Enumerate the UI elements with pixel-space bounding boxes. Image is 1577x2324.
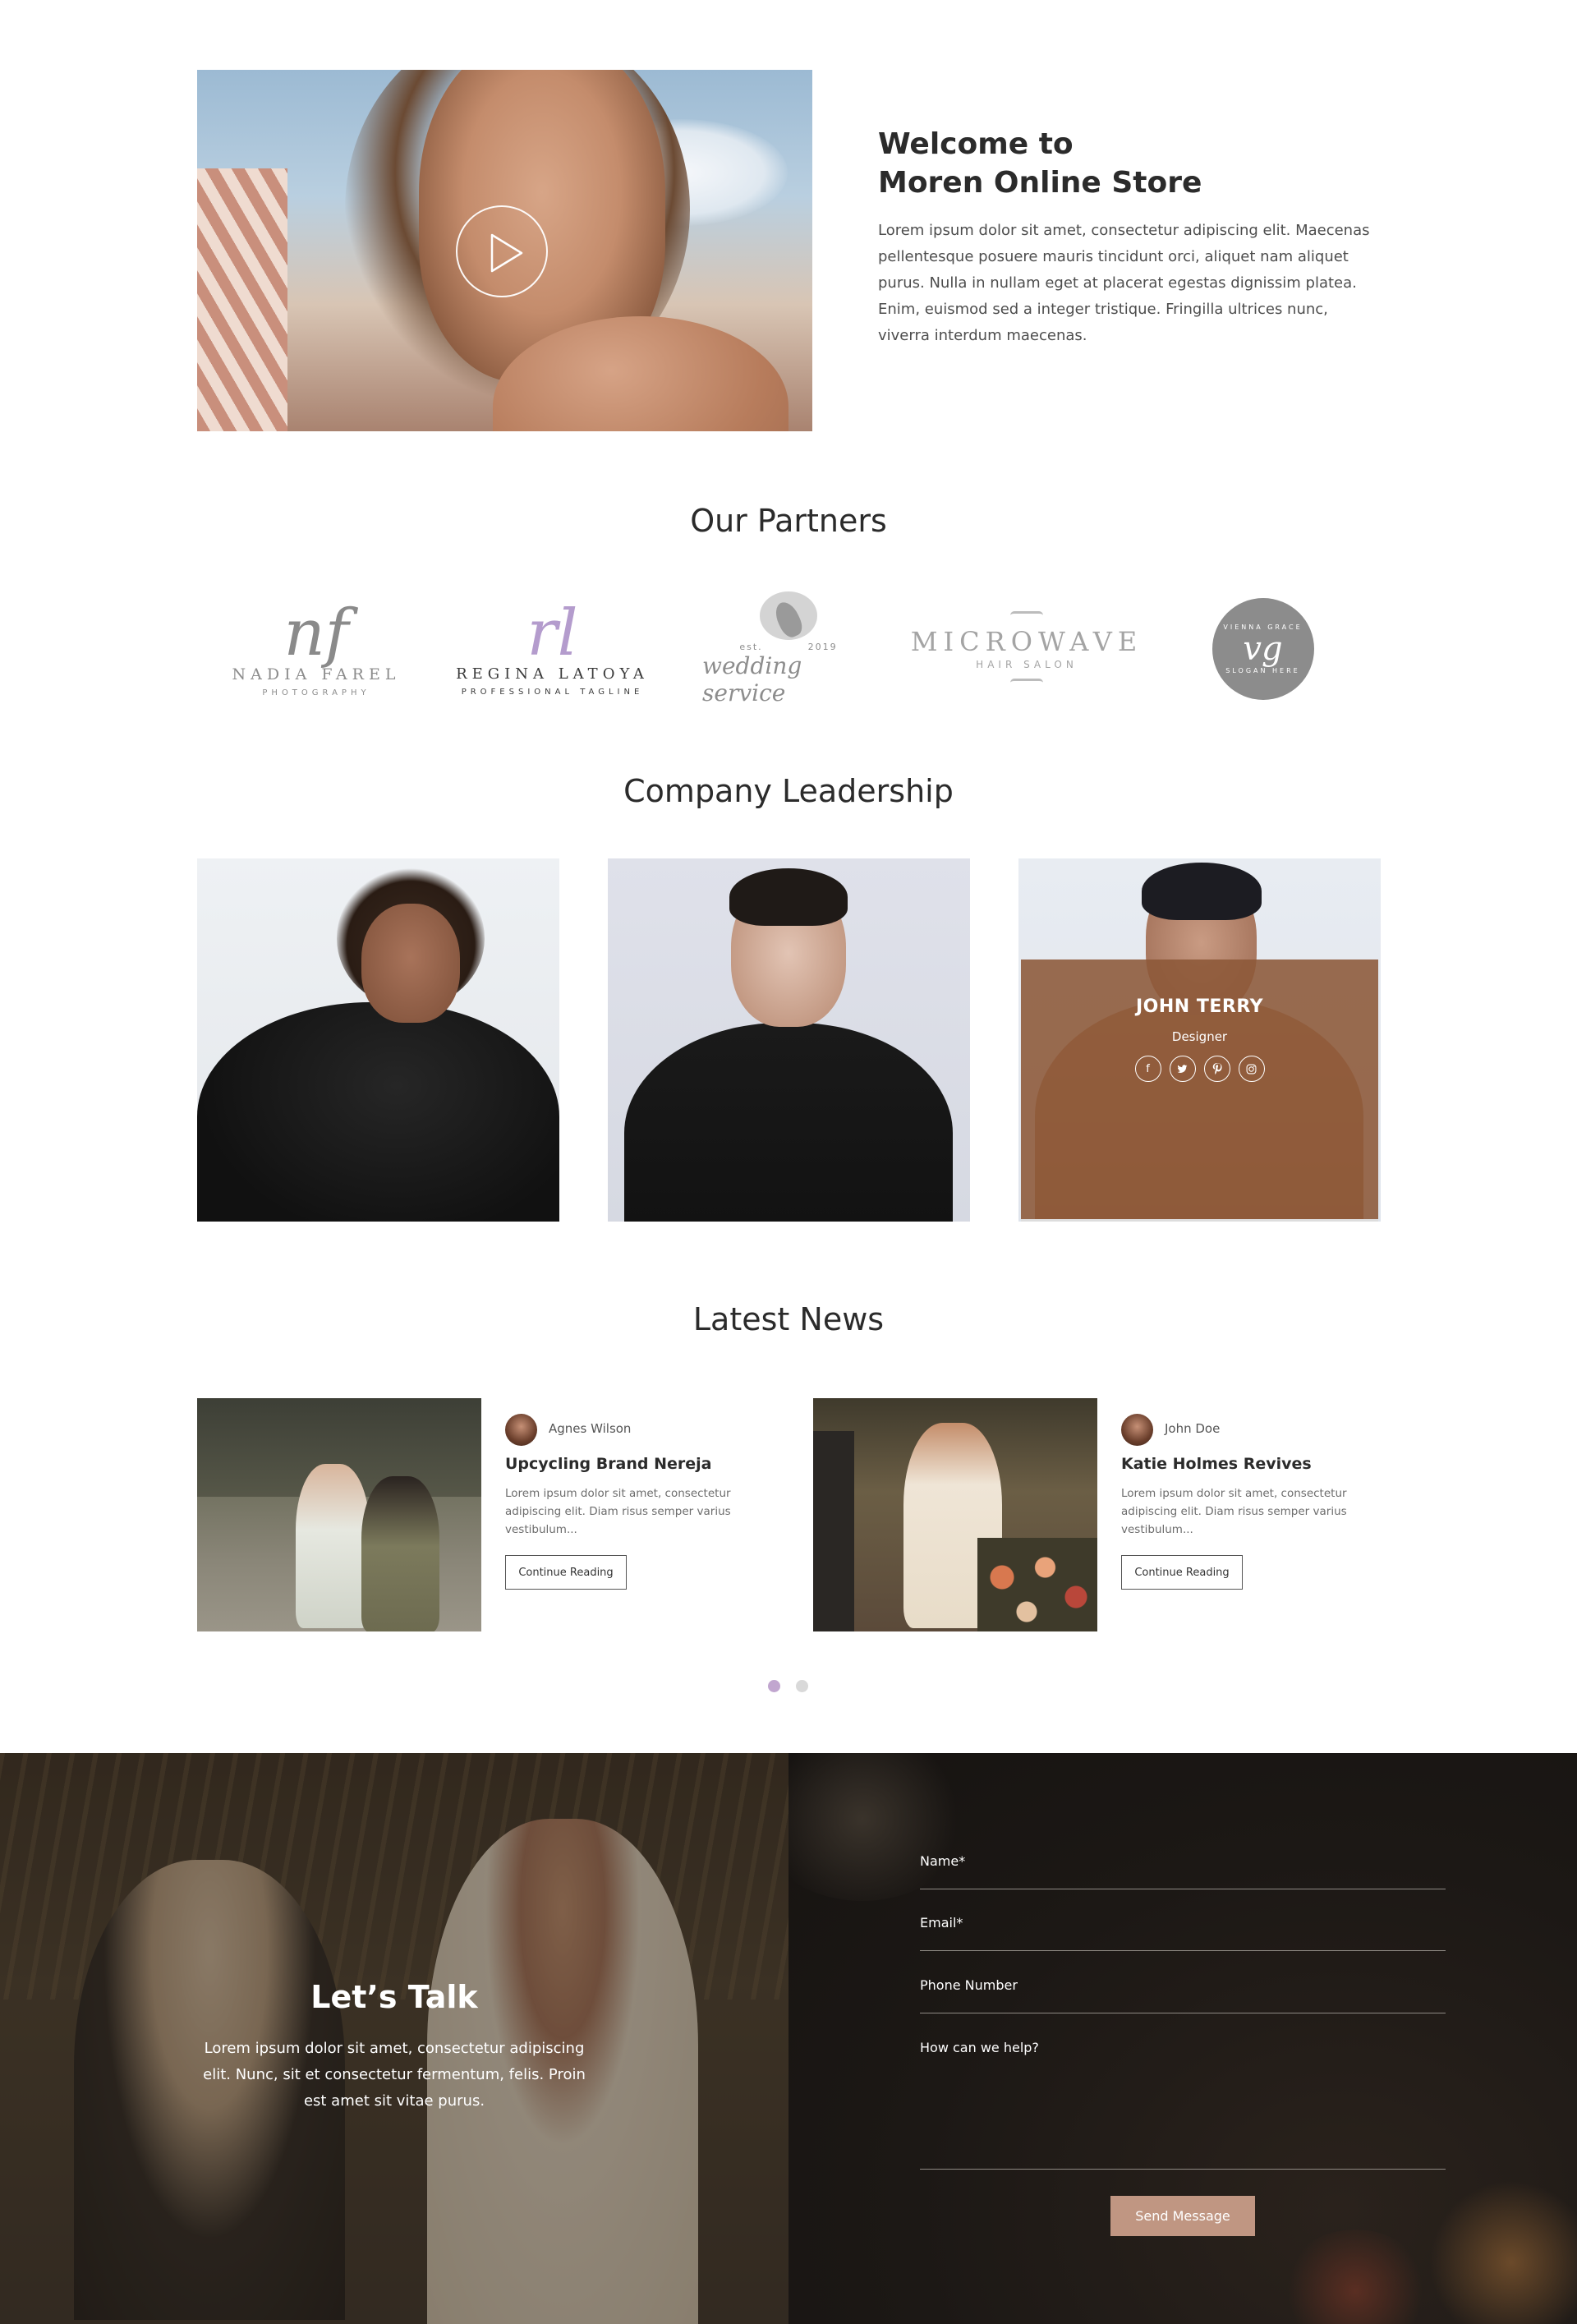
leader-role: Designer (1171, 1029, 1228, 1044)
contact-body: Lorem ipsum dolor sit amet, consectetur … (203, 2040, 586, 2110)
news-post-title[interactable]: Upcycling Brand Nereja (505, 1455, 712, 1473)
instagram-icon[interactable] (1238, 1056, 1265, 1082)
wedding-service-est: est. 2019 (739, 642, 837, 652)
play-icon (490, 233, 523, 273)
welcome-body: Lorem ipsum dolor sit amet, consectetur … (878, 222, 1370, 344)
leader-body (624, 1023, 953, 1222)
wedding-service-name: wedding service (702, 652, 802, 706)
partners-title: Our Partners (690, 503, 887, 539)
contact-form-panel (788, 1753, 1577, 2324)
continue-reading-button[interactable]: Continue Reading (505, 1555, 627, 1590)
regina-latoya-monogram: rl (526, 596, 578, 670)
leader-info-overlay: JOHN TERRY Designer f (1021, 960, 1378, 1222)
leader-hair (729, 868, 848, 926)
leader-card[interactable] (197, 858, 559, 1222)
video-thumbnail[interactable] (197, 70, 812, 431)
partner-logo-wedding-service[interactable]: est. 2019 wedding service (702, 591, 875, 706)
email-field-label: Email* (920, 1915, 963, 1931)
pinterest-icon[interactable] (1203, 1056, 1230, 1082)
news-image[interactable] (813, 1398, 1097, 1631)
partner-logo-regina-latoya[interactable]: rl REGINA LATOYA PROFESSIONAL TAGLINE (435, 591, 669, 706)
vienna-grace-slogan: SLOGAN HERE (1225, 667, 1300, 674)
leader-face (361, 904, 460, 1023)
continue-reading-button[interactable]: Continue Reading (1121, 1555, 1243, 1590)
news-image[interactable] (197, 1398, 481, 1631)
message-textarea[interactable] (920, 2169, 1446, 2170)
wedding-est-label: est. (739, 642, 763, 652)
avatar (1121, 1414, 1153, 1446)
email-field[interactable] (920, 1950, 1446, 1951)
phone-field-label: Phone Number (920, 1977, 1018, 1993)
vienna-grace-monogram: vg (1243, 630, 1283, 668)
partner-logo-nadia-farel[interactable]: nf NADIA FAREL PHOTOGRAPHY (214, 591, 419, 706)
flower-decoration (1281, 2230, 1429, 2324)
welcome-title-line2: Moren Online Store (878, 166, 1202, 200)
nadia-farel-name: NADIA FAREL (232, 665, 401, 683)
nadia-farel-monogram: nf (283, 596, 349, 670)
model-figure (361, 1476, 439, 1631)
flower-bed (977, 1538, 1097, 1631)
news-excerpt: Lorem ipsum dolor sit amet, consectetur … (505, 1487, 731, 1536)
flower-decoration (788, 1753, 969, 1901)
play-button[interactable] (456, 205, 548, 297)
news-excerpt: Lorem ipsum dolor sit amet, consectetur … (1121, 1487, 1347, 1536)
send-message-button[interactable]: Send Message (1110, 2196, 1255, 2236)
nadia-farel-tagline: PHOTOGRAPHY (262, 688, 370, 697)
welcome-title-line1: Welcome to (878, 127, 1074, 161)
carousel-dot[interactable] (796, 1680, 808, 1692)
wedding-est-year: 2019 (807, 642, 838, 652)
news-title: Latest News (692, 1301, 885, 1337)
model-figure-dark (813, 1431, 854, 1631)
partner-logo-microwave[interactable]: MICROWAVE HAIR SALON (903, 591, 1150, 706)
leadership-title: Company Leadership (623, 773, 954, 809)
leader-hair (1142, 863, 1262, 920)
regina-latoya-name: REGINA LATOYA (456, 665, 649, 683)
leader-name: JOHN TERRY (1135, 996, 1263, 1017)
hummingbird-icon (760, 591, 817, 640)
news-author: Agnes Wilson (549, 1421, 632, 1436)
leader-body (197, 1002, 559, 1222)
message-field-label: How can we help? (920, 2040, 1039, 2055)
leader-social-links: f (1021, 1056, 1378, 1082)
model-figure (296, 1464, 370, 1628)
leader-card[interactable] (608, 858, 970, 1222)
wave-icon (1010, 679, 1043, 687)
news-post-title[interactable]: Katie Holmes Revives (1121, 1455, 1312, 1473)
microwave-name: MICROWAVE (910, 626, 1143, 657)
news-author: John Doe (1165, 1421, 1221, 1436)
umbrella-stripes (197, 168, 287, 431)
regina-latoya-tagline: PROFESSIONAL TAGLINE (461, 688, 644, 697)
carousel-dot-active[interactable] (768, 1680, 780, 1692)
contact-title: Let’s Talk (310, 1979, 478, 2015)
leader-card-featured[interactable]: JOHN TERRY Designer f (1018, 858, 1381, 1222)
vienna-grace-seal: VIENNA GRACE vg SLOGAN HERE (1211, 598, 1314, 700)
avatar (505, 1414, 537, 1446)
name-field-label: Name* (920, 1853, 966, 1869)
twitter-icon[interactable] (1169, 1056, 1196, 1082)
welcome-title: Welcome to Moren Online Store (878, 125, 1404, 202)
partner-logo-vienna-grace[interactable]: VIENNA GRACE vg SLOGAN HERE (1195, 591, 1331, 706)
flower-decoration (1429, 2180, 1577, 2324)
facebook-icon[interactable]: f (1134, 1056, 1161, 1082)
microwave-tagline: HAIR SALON (976, 659, 1078, 670)
wave-icon (1010, 611, 1043, 619)
